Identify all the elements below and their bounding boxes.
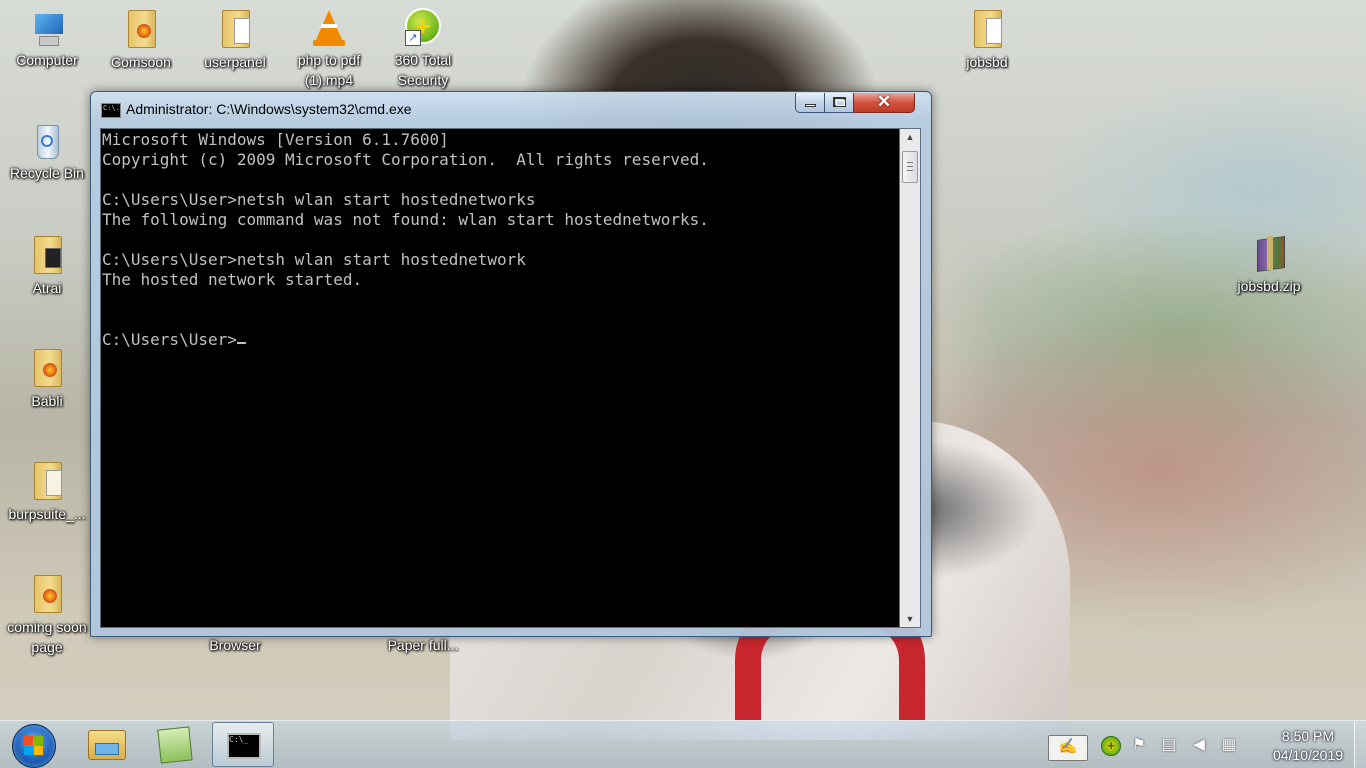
console-line: C:\Users\User> [102,330,237,349]
desktop-icon-label: 360 Total Security [394,52,452,88]
folder-icon [27,349,67,389]
close-button[interactable]: ✕ [853,92,915,113]
desktop-icon-label: Babli [31,393,63,409]
scroll-down-icon[interactable]: ▼ [902,611,918,627]
desktop-icon-label: burpsuite_... [8,506,86,522]
folder-icon [967,10,1007,50]
command-prompt-icon: C:\_ [227,733,261,759]
360-security-tray-icon[interactable]: + [1101,736,1121,756]
input-panel-icon[interactable]: ✍ [1048,735,1088,761]
console-line: Microsoft Windows [Version 6.1.7600] [102,130,449,149]
360-security-icon: + ↗ [403,8,443,48]
desktop-icon-recycle-bin[interactable]: Recycle Bin [0,121,94,183]
scrollbar-thumb[interactable] [902,151,918,183]
desktop-icon-coming-soon-page[interactable]: coming soon page [0,573,94,657]
network-icon[interactable]: ▦ [1220,736,1238,754]
desktop-icon-label: Comsoon [111,54,171,70]
safely-remove-hardware-icon[interactable]: ▤ [1160,736,1178,754]
windows-explorer-icon [88,730,126,760]
desktop-icon-babli[interactable]: Babli [0,347,94,411]
desktop-icon-label: jobsbd [966,54,1008,70]
desktop-icon-php-to-pdf-video[interactable]: php to pdf (1).mp4 [282,8,376,90]
console-line: C:\Users\User>netsh wlan start hostednet… [102,250,526,269]
taskbar-command-prompt[interactable]: C:\_ [212,722,274,767]
minimize-icon [805,104,816,107]
system-tray: ✍ + ⚑ ▤ ◀ ▦ 8:50 PM 04/10/2019 [1046,721,1366,768]
desktop-icon-label: Paper full... [387,637,459,653]
folder-icon [215,10,255,50]
taskbar-notepad-plus[interactable] [143,722,205,767]
desktop-icon-jobsbd-zip[interactable]: jobsbd.zip [1222,234,1316,296]
folder-icon [27,236,67,276]
vlc-icon [309,8,349,48]
desktop-icon-label: userpanel [204,54,266,70]
start-button[interactable] [12,724,56,768]
clock-time: 8:50 PM [1281,728,1335,744]
desktop-icon-computer[interactable]: Computer [0,8,94,70]
taskbar: C:\_ ✍ + ⚑ ▤ ◀ ▦ 8:50 PM 04/10/2019 [0,720,1366,768]
text-cursor [236,342,246,344]
desktop-icon-label: php to pdf (1).mp4 [297,52,361,88]
taskbar-clock[interactable]: 8:50 PM 04/10/2019 [1256,727,1360,765]
console-output[interactable]: Microsoft Windows [Version 6.1.7600] Cop… [100,128,900,628]
console-line: C:\Users\User>netsh wlan start hostednet… [102,190,536,209]
maximize-icon [833,97,846,107]
action-center-flag-icon[interactable]: ⚑ [1130,736,1148,754]
desktop-icon-label: coming soon page [7,619,87,655]
clock-date: 04/10/2019 [1272,747,1344,763]
console-scrollbar[interactable]: ▲ ▼ [900,128,921,628]
desktop-icon-label: jobsbd.zip [1237,278,1301,294]
notepad-plus-icon [157,726,193,764]
folder-icon [121,10,161,50]
desktop[interactable]: Computer Comsoon userpanel php to pdf (1… [0,0,1366,768]
close-icon: ✕ [876,92,892,111]
show-desktop-button[interactable] [1354,721,1366,768]
computer-icon [27,8,67,48]
desktop-icon-jobsbd[interactable]: jobsbd [940,8,1034,72]
desktop-icon-comsoon[interactable]: Comsoon [94,8,188,72]
desktop-icon-label: Browser [209,637,261,653]
desktop-icon-360-total-security[interactable]: + ↗ 360 Total Security [376,8,470,90]
windows-logo-icon [24,736,44,756]
scroll-up-icon[interactable]: ▲ [902,129,918,145]
zip-archive-icon [1249,234,1289,274]
folder-icon [27,575,67,615]
cmd-app-icon[interactable]: C:\. [101,103,121,118]
console-text: Microsoft Windows [Version 6.1.7600] Cop… [101,129,899,350]
cmd-window[interactable]: C:\. Administrator: C:\Windows\system32\… [90,91,932,637]
desktop-icon-userpanel[interactable]: userpanel [188,8,282,72]
desktop-icon-label: Computer [16,52,78,68]
recycle-bin-icon [27,121,67,161]
volume-icon[interactable]: ◀ [1190,736,1208,754]
desktop-icon-label: Atrai [32,280,62,296]
console-line: Copyright (c) 2009 Microsoft Corporation… [102,150,709,169]
maximize-button[interactable] [824,93,854,113]
console-line: The following command was not found: wla… [102,210,709,229]
folder-icon [27,462,67,502]
cmd-titlebar[interactable]: C:\. Administrator: C:\Windows\system32\… [91,92,931,126]
desktop-icon-label: Recycle Bin [10,165,84,181]
desktop-icon-atrai[interactable]: Atrai [0,234,94,298]
desktop-icon-burpsuite[interactable]: burpsuite_... [0,460,94,524]
console-line: The hosted network started. [102,270,363,289]
cmd-window-title: Administrator: C:\Windows\system32\cmd.e… [126,101,412,117]
taskbar-windows-explorer[interactable] [74,722,136,767]
minimize-button[interactable] [795,93,825,113]
